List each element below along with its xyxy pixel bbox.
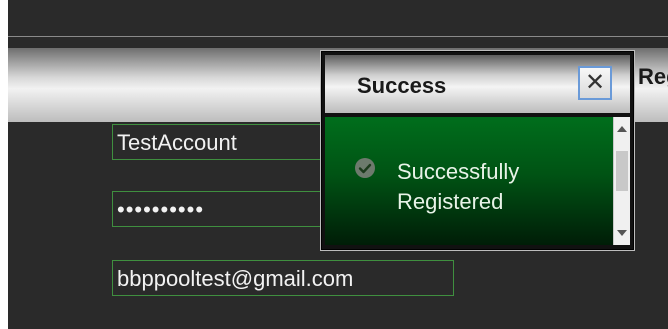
dialog-titlebar[interactable]: Success ✕ <box>325 55 630 113</box>
password-field[interactable]: •••••••••• <box>112 191 322 227</box>
message-line-1: Successfully <box>397 159 520 184</box>
scroll-thumb[interactable] <box>616 151 628 191</box>
dialog-body: Successfully Registered <box>325 117 613 245</box>
chevron-up-icon <box>617 126 627 132</box>
chevron-down-icon <box>617 230 627 236</box>
success-message: Successfully Registered <box>397 157 519 217</box>
dialog-title: Success <box>357 73 447 98</box>
close-button[interactable]: ✕ <box>578 66 612 100</box>
page-title: Register <box>638 64 668 89</box>
check-circle-icon <box>355 158 375 178</box>
scroll-down-button[interactable] <box>614 225 630 241</box>
registration-page: Register TestAccount •••••••••• bbppoolt… <box>8 0 668 329</box>
scroll-up-button[interactable] <box>614 121 630 137</box>
username-field[interactable]: TestAccount <box>112 124 322 160</box>
email-field[interactable]: bbppooltest@gmail.com <box>112 260 454 296</box>
top-divider <box>8 36 668 37</box>
success-dialog: Success ✕ Successfully Registered <box>320 50 635 251</box>
dialog-scrollbar[interactable] <box>613 117 630 245</box>
message-line-2: Registered <box>397 189 504 214</box>
close-icon: ✕ <box>584 69 606 96</box>
